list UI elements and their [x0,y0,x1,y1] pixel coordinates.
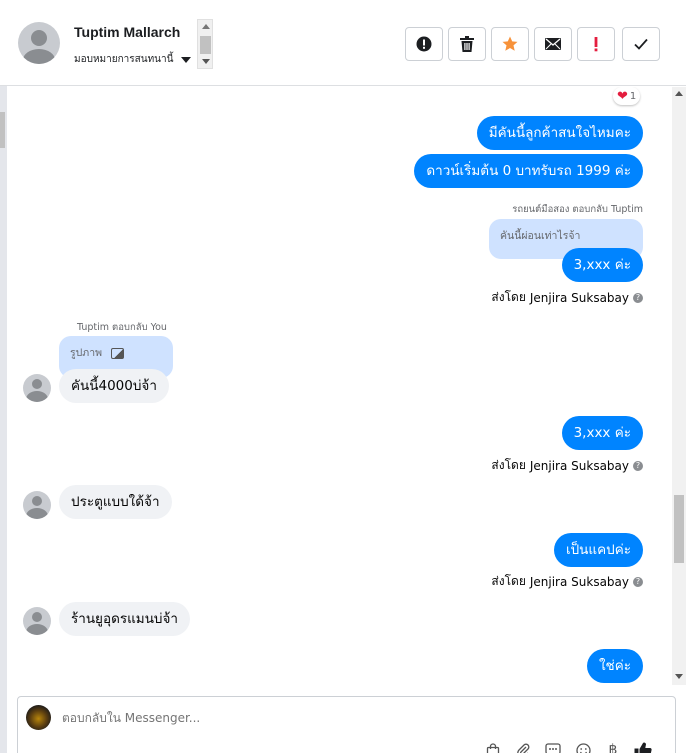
delete-button[interactable] [448,27,486,61]
scroll-up-icon[interactable] [202,24,210,29]
payment-icon[interactable]: ฿ [604,741,622,753]
message-outgoing[interactable]: ใช่ค่ะ [586,649,643,683]
left-scrollbar-thumb[interactable] [0,112,5,148]
help-icon[interactable]: ? [633,292,643,303]
message-outgoing[interactable]: 3,xxx ค่ะ [561,416,643,450]
envelope-icon [545,38,561,50]
star-icon [502,36,518,51]
message-thread[interactable]: ❤ 1 มีคันนี้ลูกค้าสนใจไหมคะ ดาวน์เริ่มต้… [7,87,672,685]
exclamation-icon [594,37,598,52]
trash-icon [460,36,474,52]
reaction-badge[interactable]: ❤ 1 [613,87,641,105]
scroll-up-icon[interactable] [675,91,683,96]
contact-avatar-small[interactable] [23,374,51,402]
reply-input[interactable] [62,711,462,725]
star-button[interactable] [491,27,529,61]
message-incoming[interactable]: ประตูแบบใด้จ้า [59,485,172,519]
sent-by-name[interactable]: Jenjira Suksabay [530,291,629,305]
shopping-bag-icon[interactable] [484,741,502,753]
caret-down-icon [181,56,192,63]
message-outgoing[interactable]: ดาวน์เริ่มต้น 0 บาทรับรถ 1999 ค่ะ [414,154,643,188]
contact-name[interactable]: Tuptim Mallarch [74,24,180,40]
sent-by-label: ส่งโดย Jenjira Suksabay ? [491,572,643,591]
composer-tools: ฿ [484,741,652,753]
message-outgoing[interactable]: 3,xxx ค่ะ [561,248,643,282]
message-outgoing[interactable]: มีคันนี้ลูกค้าสนใจไหมคะ [476,116,643,150]
help-icon[interactable]: ? [633,576,643,587]
message-incoming[interactable]: ร้านยูอุดรแมนบ่จ้า [59,602,190,636]
thumbs-up-icon[interactable] [634,741,652,753]
attachment-icon[interactable] [514,741,532,753]
spam-button[interactable] [405,27,443,61]
emoji-icon[interactable] [574,741,592,753]
saved-replies-icon[interactable] [544,741,562,753]
heart-icon: ❤ [617,88,628,104]
left-panel-edge [0,0,7,753]
message-incoming[interactable]: คันนี้4000บ่จ้า [59,369,169,403]
contact-avatar[interactable] [18,22,60,64]
message-composer: ฿ [17,696,676,753]
conversation-header: Tuptim Mallarch มอบหมายการสนทนานี้ [0,0,686,86]
thread-scrollbar-thumb[interactable] [674,495,684,563]
sent-by-prefix: ส่งโดย [491,574,526,588]
reply-context-note: รถยนต์มือสอง ตอบกลับ Tuptim [512,204,643,215]
contact-avatar-small[interactable] [23,607,51,635]
message-outgoing[interactable]: เป็นแคปค่ะ [554,533,643,567]
important-button[interactable] [577,27,615,61]
sent-by-prefix: ส่งโดย [491,458,526,472]
sent-by-name[interactable]: Jenjira Suksabay [530,459,629,473]
page-avatar [26,705,51,730]
quoted-message-label: รูปภาพ [70,347,103,359]
check-icon [634,38,648,50]
reaction-count: 1 [629,90,637,102]
sent-by-label: ส่งโดย Jenjira Suksabay ? [491,456,643,475]
reply-context-note: Tuptim ตอบกลับ You [77,322,167,333]
sent-by-label: ส่งโดย Jenjira Suksabay ? [491,288,643,307]
assign-conversation-dropdown[interactable]: มอบหมายการสนทนานี้ [74,52,192,67]
sent-by-prefix: ส่งโดย [491,290,526,304]
scroll-down-icon[interactable] [202,59,210,64]
alert-circle-icon [416,36,432,52]
action-toolbar [405,27,660,61]
image-icon [111,347,125,359]
scroll-down-icon[interactable] [675,674,683,679]
help-icon[interactable]: ? [633,460,643,471]
assign-label: มอบหมายการสนทนานี้ [74,54,174,65]
sent-by-name[interactable]: Jenjira Suksabay [530,575,629,589]
header-scrollbar[interactable] [197,19,213,69]
mark-unread-button[interactable] [534,27,572,61]
done-button[interactable] [622,27,660,61]
contact-avatar-small[interactable] [23,491,51,519]
thread-scrollbar[interactable] [672,87,686,685]
header-scrollbar-thumb[interactable] [200,36,211,54]
